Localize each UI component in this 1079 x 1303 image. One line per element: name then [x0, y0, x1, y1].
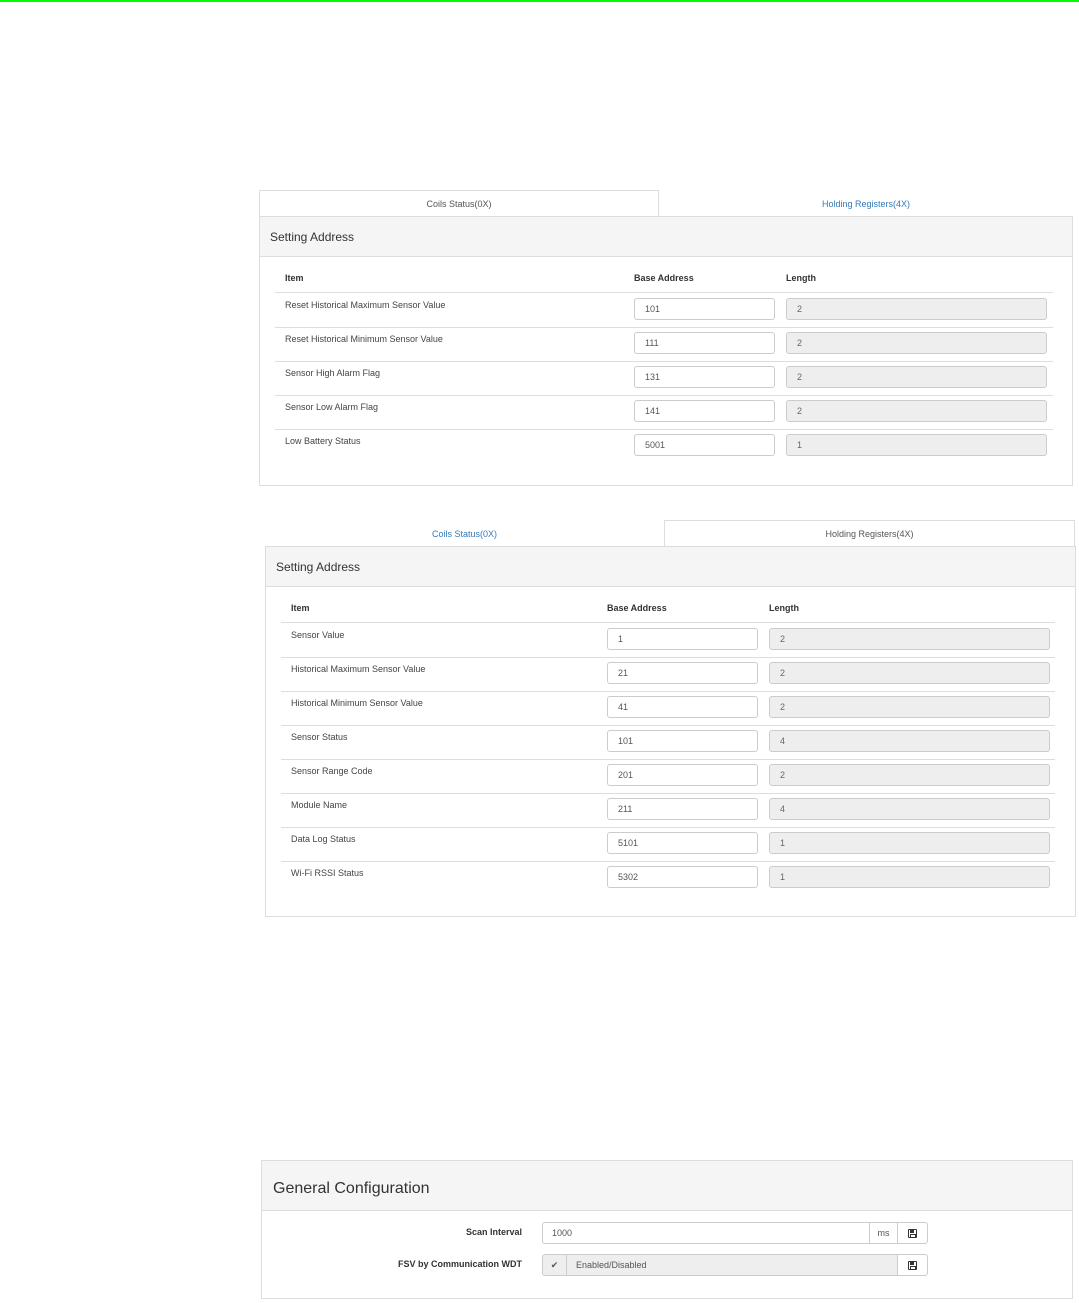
- length-field: 1: [786, 434, 1047, 456]
- table-row: Module Name 211 4: [281, 793, 1055, 827]
- row-divider: [281, 827, 1055, 828]
- table-row: Wi-Fi RSSI Status 5302 1: [281, 861, 1055, 895]
- fsv-wdt-status: Enabled/Disabled: [567, 1254, 898, 1276]
- base-address-input[interactable]: 211: [607, 798, 758, 820]
- scan-interval-save-button[interactable]: [898, 1222, 928, 1244]
- row-divider: [275, 327, 1053, 328]
- length-field: 4: [769, 730, 1050, 752]
- base-address-input[interactable]: 5101: [607, 832, 758, 854]
- tab-coils-status[interactable]: Coils Status(0X): [265, 520, 664, 547]
- top-accent-line: [0, 0, 1079, 2]
- item-label: Sensor High Alarm Flag: [285, 368, 381, 378]
- setting-address-panel: Setting Address Item Base Address Length…: [265, 546, 1076, 917]
- item-label: Sensor Status: [291, 732, 348, 742]
- scan-interval-label: Scan Interval: [465, 1227, 522, 1237]
- tab-coils-status[interactable]: Coils Status(0X): [259, 190, 659, 217]
- table-row: Reset Historical Minimum Sensor Value 111…: [275, 327, 1053, 361]
- length-field: 2: [786, 298, 1047, 320]
- column-header-length: Length: [769, 603, 799, 613]
- base-address-input[interactable]: 1: [607, 628, 758, 650]
- item-label: Sensor Range Code: [291, 766, 373, 776]
- holding-registers-view: Coils Status(0X) Holding Registers(4X) S…: [265, 520, 1076, 917]
- table-row: Low Battery Status 5001 1: [275, 429, 1053, 463]
- column-header-base-address: Base Address: [634, 273, 694, 283]
- length-field: 2: [786, 400, 1047, 422]
- length-field: 2: [769, 628, 1050, 650]
- base-address-input[interactable]: 141: [634, 400, 775, 422]
- general-configuration-title: General Configuration: [262, 1161, 1072, 1211]
- table-row: Historical Minimum Sensor Value 41 2: [281, 691, 1055, 725]
- column-header-length: Length: [786, 273, 816, 283]
- base-address-input[interactable]: 101: [607, 730, 758, 752]
- table-row: Sensor High Alarm Flag 131 2: [275, 361, 1053, 395]
- row-divider: [281, 691, 1055, 692]
- row-divider: [275, 361, 1053, 362]
- length-field: 2: [769, 764, 1050, 786]
- fsv-wdt-label: FSV by Communication WDT: [397, 1259, 522, 1269]
- panel-title: Setting Address: [266, 547, 1075, 587]
- general-configuration-panel: General Configuration Scan Interval 1000…: [261, 1160, 1073, 1299]
- base-address-input[interactable]: 101: [634, 298, 775, 320]
- item-label: Module Name: [291, 800, 348, 810]
- table-row: Sensor Low Alarm Flag 141 2: [275, 395, 1053, 429]
- base-address-input[interactable]: 41: [607, 696, 758, 718]
- row-divider: [281, 759, 1055, 760]
- table-row: Sensor Range Code 201 2: [281, 759, 1055, 793]
- row-divider: [281, 657, 1055, 658]
- table-row: Sensor Value 1 2: [281, 623, 1055, 657]
- table-row: Data Log Status 5101 1: [281, 827, 1055, 861]
- table-row: Sensor Status 101 4: [281, 725, 1055, 759]
- base-address-input[interactable]: 201: [607, 764, 758, 786]
- save-icon: [908, 1260, 917, 1270]
- item-label: Reset Historical Maximum Sensor Value: [285, 300, 446, 310]
- base-address-input[interactable]: 131: [634, 366, 775, 388]
- base-address-input[interactable]: 21: [607, 662, 758, 684]
- length-field: 1: [769, 832, 1050, 854]
- item-label: Historical Maximum Sensor Value: [291, 664, 426, 674]
- coils-status-view: Coils Status(0X) Holding Registers(4X) S…: [259, 190, 1073, 486]
- panel-title: Setting Address: [260, 217, 1072, 257]
- fsv-wdt-save-button[interactable]: [898, 1254, 928, 1276]
- row-divider: [275, 395, 1053, 396]
- base-address-input[interactable]: 5001: [634, 434, 775, 456]
- base-address-input[interactable]: 111: [634, 332, 775, 354]
- fsv-wdt-checkbox[interactable]: ✔: [542, 1254, 567, 1276]
- length-field: 2: [786, 366, 1047, 388]
- length-field: 4: [769, 798, 1050, 820]
- base-address-input[interactable]: 5302: [607, 866, 758, 888]
- item-label: Wi-Fi RSSI Status: [291, 868, 364, 878]
- tab-holding-registers[interactable]: Holding Registers(4X): [659, 190, 1073, 217]
- scan-interval-group: 1000 ms: [542, 1222, 928, 1244]
- item-label: Sensor Low Alarm Flag: [285, 402, 379, 412]
- save-icon: [908, 1228, 917, 1238]
- length-field: 2: [769, 662, 1050, 684]
- item-label: Sensor Value: [291, 630, 345, 640]
- holding-view-tabs: Coils Status(0X) Holding Registers(4X): [265, 520, 1076, 547]
- setting-address-panel: Setting Address Item Base Address Length…: [259, 216, 1073, 486]
- column-header-item: Item: [291, 603, 310, 613]
- length-field: 2: [786, 332, 1047, 354]
- row-divider: [281, 793, 1055, 794]
- item-label: Low Battery Status: [285, 436, 361, 446]
- row-divider: [281, 725, 1055, 726]
- item-label: Reset Historical Minimum Sensor Value: [285, 334, 443, 344]
- column-header-item: Item: [285, 273, 304, 283]
- coils-view-tabs: Coils Status(0X) Holding Registers(4X): [259, 190, 1073, 217]
- tab-holding-registers[interactable]: Holding Registers(4X): [664, 520, 1075, 547]
- length-field: 1: [769, 866, 1050, 888]
- row-divider: [281, 861, 1055, 862]
- scan-interval-unit: ms: [870, 1222, 898, 1244]
- row-divider: [275, 429, 1053, 430]
- scan-interval-input[interactable]: 1000: [542, 1222, 870, 1244]
- column-header-base-address: Base Address: [607, 603, 667, 613]
- table-row: Historical Maximum Sensor Value 21 2: [281, 657, 1055, 691]
- fsv-wdt-group: ✔ Enabled/Disabled: [542, 1254, 928, 1276]
- length-field: 2: [769, 696, 1050, 718]
- item-label: Historical Minimum Sensor Value: [291, 698, 423, 708]
- table-row: Reset Historical Maximum Sensor Value 101…: [275, 293, 1053, 327]
- item-label: Data Log Status: [291, 834, 356, 844]
- checkmark-icon: ✔: [550, 1260, 559, 1270]
